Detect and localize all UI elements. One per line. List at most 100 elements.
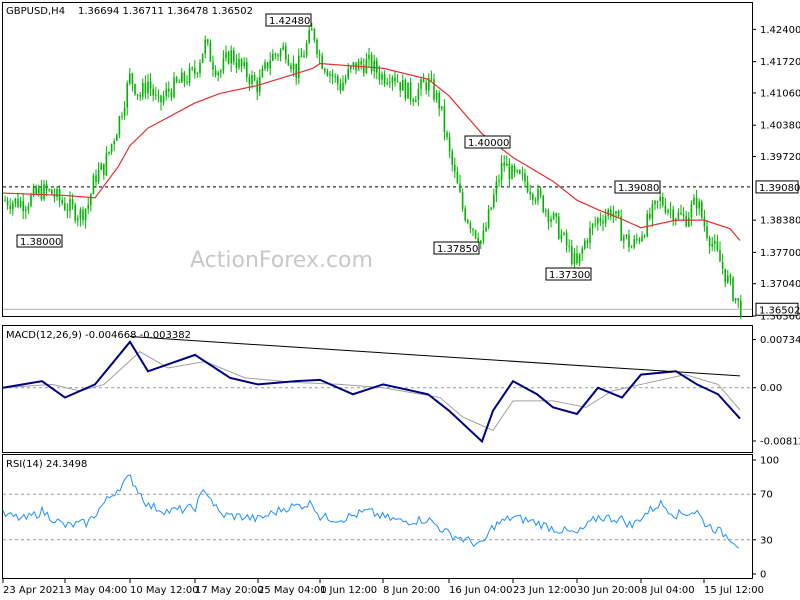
- candle-body: [524, 173, 526, 182]
- price-tick-label: 1.41060: [760, 88, 800, 99]
- candle-body: [269, 60, 271, 69]
- candle-body: [714, 241, 716, 244]
- candle-body: [308, 30, 310, 43]
- candle-body: [454, 164, 456, 172]
- candle-body: [552, 213, 555, 219]
- candle-body: [578, 253, 581, 264]
- candle-body: [97, 169, 100, 182]
- candle-body: [625, 234, 628, 237]
- candle-body: [568, 245, 570, 247]
- current-price-label: 1.36502: [759, 305, 800, 316]
- candle-body: [659, 196, 661, 202]
- candle-body: [672, 209, 674, 222]
- candle-body: [191, 67, 193, 69]
- rsi-line: [2, 474, 740, 549]
- time-tick-label: 23 Jun 12:00: [513, 585, 577, 596]
- candle-body: [563, 232, 565, 235]
- macd-title: MACD(12,26,9) -0.004668 -0.003382: [6, 330, 191, 341]
- candle-body: [402, 80, 404, 91]
- candle-body: [131, 73, 134, 85]
- candle-body: [337, 76, 339, 84]
- candle-body: [532, 194, 534, 200]
- candle-body: [641, 236, 643, 241]
- candle-body: [230, 50, 232, 64]
- candle-body: [719, 249, 721, 262]
- candle-body: [740, 300, 742, 318]
- candle-body: [438, 92, 440, 109]
- candle-body: [435, 92, 438, 100]
- candle-body: [126, 83, 128, 108]
- candle-body: [152, 88, 154, 96]
- candle-body: [628, 234, 630, 248]
- candle-body: [399, 82, 401, 91]
- candle-body: [175, 77, 178, 82]
- candle-body: [420, 79, 422, 89]
- candle-body: [9, 205, 11, 209]
- candle-body: [526, 181, 529, 192]
- candle-body: [25, 209, 27, 211]
- candle-body: [651, 204, 654, 219]
- candle-body: [113, 140, 115, 145]
- candle-body: [368, 54, 370, 60]
- candle-body: [474, 230, 477, 238]
- candle-body: [334, 76, 336, 78]
- candle-body: [584, 240, 586, 249]
- candle-body: [381, 74, 383, 80]
- candle-body: [571, 246, 573, 264]
- candle-body: [555, 213, 557, 217]
- candle-body: [220, 70, 222, 73]
- candle-body: [576, 253, 578, 264]
- rsi-panel-frame: [2, 454, 753, 579]
- candle-body: [667, 210, 669, 213]
- candle-body: [92, 175, 95, 195]
- candle-body: [365, 59, 368, 74]
- candle-body: [248, 77, 251, 85]
- candle-body: [417, 88, 420, 101]
- candle-body: [222, 58, 225, 71]
- current-price: 1.36502: [3, 302, 800, 316]
- candle-body: [311, 28, 313, 31]
- candle-body: [394, 77, 396, 82]
- time-tick-label: 1 Jun 12:00: [320, 585, 377, 596]
- time-tick-label: 30 Jun 20:00: [577, 585, 641, 596]
- candle-body: [253, 75, 256, 81]
- candle-body: [404, 80, 407, 99]
- candle-body: [201, 53, 204, 63]
- candle-body: [292, 63, 295, 70]
- candle-body: [443, 106, 446, 133]
- candle-body: [103, 163, 105, 176]
- candle-body: [513, 165, 516, 172]
- candle-body: [40, 187, 43, 200]
- candle-body: [636, 239, 638, 241]
- candle-body: [467, 220, 469, 223]
- macd-indicator: 0.007342 0.00 -0.008126: [2, 335, 800, 447]
- candle-body: [615, 210, 617, 214]
- candle-body: [727, 275, 729, 283]
- candle-body: [376, 60, 378, 73]
- candle-body: [646, 213, 648, 237]
- candle-body: [61, 200, 63, 204]
- candle-body: [95, 175, 97, 182]
- candle-body: [318, 54, 321, 56]
- candle-body: [407, 82, 409, 99]
- candle-body: [69, 199, 71, 211]
- candle-body: [620, 216, 622, 241]
- candle-body: [597, 218, 599, 224]
- candle-body: [545, 210, 547, 212]
- time-tick-label: 23 Apr 2021: [3, 585, 65, 596]
- candle-body: [142, 83, 144, 97]
- candle-body: [591, 224, 594, 228]
- candle-body: [326, 71, 329, 76]
- candle-body: [586, 240, 589, 243]
- candle-body: [459, 183, 461, 193]
- candle-body: [300, 55, 303, 58]
- candle-body: [6, 200, 9, 206]
- candle-body: [277, 55, 279, 57]
- candle-body: [493, 194, 495, 208]
- moving-average: [2, 62, 741, 241]
- symbol-label: GBPUSD,H4: [6, 6, 65, 17]
- candle-body: [495, 181, 498, 195]
- candle-body: [22, 200, 24, 211]
- time-tick-label: 8 Jun 20:00: [383, 585, 440, 596]
- candle-body: [186, 81, 188, 83]
